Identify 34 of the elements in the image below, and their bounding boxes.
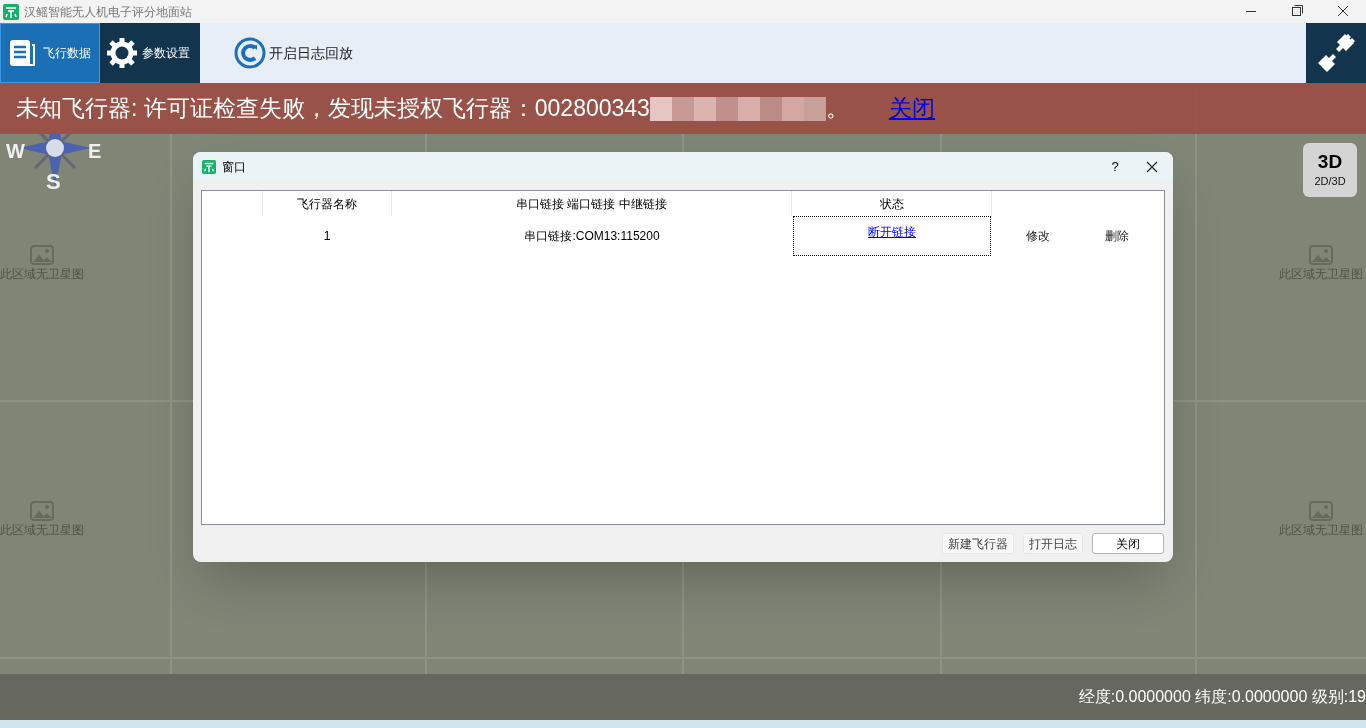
image-icon [1309, 501, 1333, 521]
alert-period: 。 [825, 94, 849, 124]
column-header: 串口链接 端口链接 中继链接 [392, 191, 792, 216]
compass-south: S [46, 168, 61, 196]
dialog-button[interactable]: 打开日志 [1023, 533, 1083, 554]
column-header: 飞行器名称 [262, 191, 392, 216]
toolbar-tab[interactable]: 飞行数据 [0, 23, 100, 83]
column-header: 状态 [792, 191, 992, 216]
app-logo-icon [3, 3, 19, 20]
dialog-title: 窗口 [222, 158, 246, 176]
image-icon [1309, 245, 1333, 265]
edit-link[interactable]: 修改 [1025, 227, 1050, 245]
image-icon [30, 245, 54, 265]
app-logo-icon [202, 159, 216, 174]
view-toggle-button[interactable]: 3D 2D/3D [1303, 143, 1357, 197]
replay-button[interactable]: 开启日志回放 [234, 23, 353, 83]
dialog-button[interactable]: 关闭 [1092, 533, 1164, 554]
disconnect-button[interactable] [1306, 23, 1366, 83]
table-cell-text: 串口链接:COM13:115200 [524, 228, 660, 245]
compass-west: W [6, 139, 25, 164]
disconnect-link[interactable]: 断开链接 [868, 223, 916, 239]
alert-message: 未知飞行器: 许可证检查失败，发现未授权飞行器：002800343 [16, 94, 650, 124]
delete-link[interactable]: 删除 [1105, 227, 1129, 245]
compass-east: E [88, 139, 102, 164]
window-title: 汉鳐智能无人机电子评分地面站 [24, 3, 192, 21]
toolbar-tab[interactable]: 参数设置 [100, 23, 200, 83]
help-button[interactable]: ? [1103, 156, 1127, 177]
dialog-button[interactable]: 新建飞行器 [942, 533, 1014, 554]
table-cell-text: 1 [323, 228, 331, 245]
gear-icon [106, 37, 138, 69]
close-icon[interactable] [1145, 159, 1159, 174]
coordinates-text: 经度:0.0000000 纬度:0.0000000 级别:19 [1078, 687, 1366, 707]
image-icon [30, 501, 54, 521]
refresh-icon [234, 37, 266, 69]
